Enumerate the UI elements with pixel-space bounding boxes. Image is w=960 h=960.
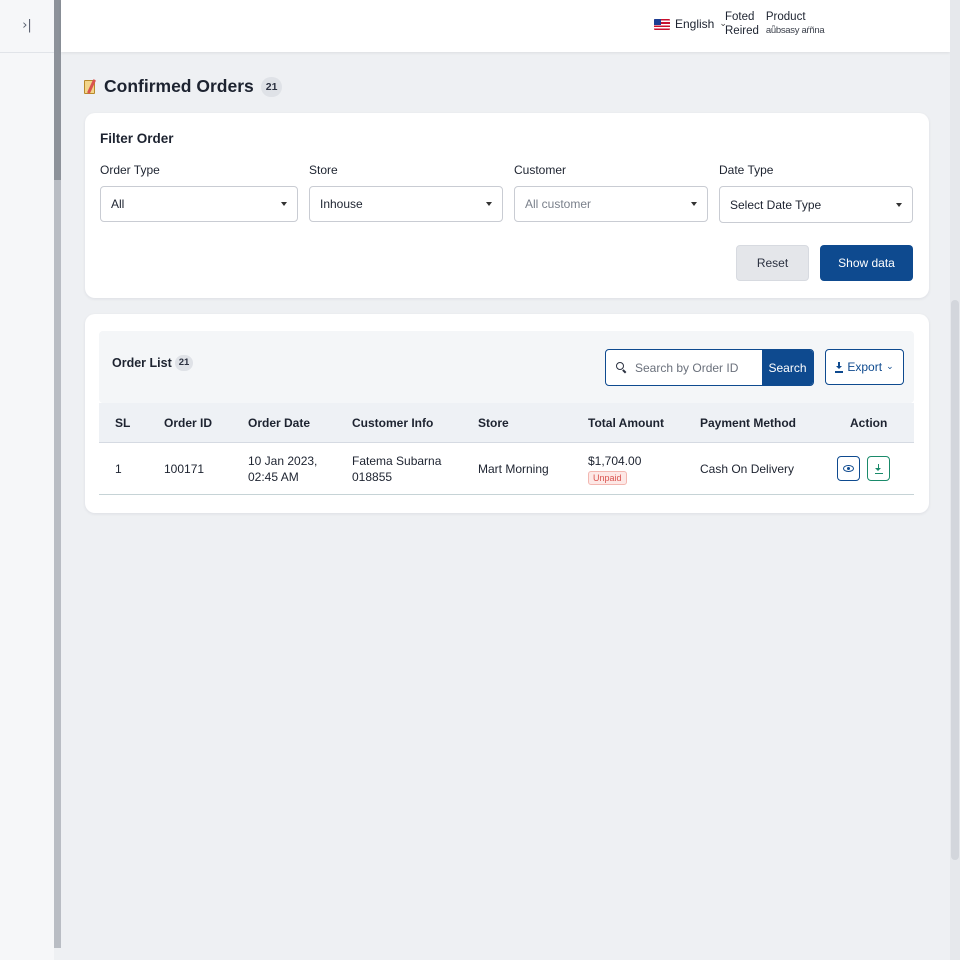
view-order-button[interactable]	[837, 456, 860, 481]
us-flag-icon	[654, 18, 670, 30]
order-list-title-text: Order List	[112, 356, 172, 370]
header-link-1-top[interactable]: Foted	[725, 11, 759, 23]
filter-card: Filter Order Order Type All Store Inhous…	[85, 113, 929, 298]
order-date: 10 Jan 2023,	[248, 454, 318, 468]
header-link-2-top[interactable]: Product	[766, 11, 824, 23]
order-list-toolbar: Order List 21 Search Export ⌄	[99, 331, 914, 403]
customer-phone: 018855	[352, 470, 393, 484]
store-label: Store	[309, 163, 338, 177]
download-icon	[874, 463, 883, 474]
cell-customer-info: Fatema Subarna 018855	[352, 453, 441, 485]
order-list-title: Order List 21	[112, 355, 194, 371]
sidebar-divider	[0, 52, 54, 53]
eye-icon	[843, 465, 854, 472]
sidebar-expand-icon[interactable]: ›|	[15, 14, 39, 38]
column-header-order-id: Order ID	[164, 416, 213, 430]
column-header-sl: SL	[115, 416, 131, 430]
caret-down-icon	[896, 202, 902, 207]
sidebar-scroll-thumb[interactable]	[54, 0, 61, 180]
export-label: Export	[847, 360, 883, 374]
date-type-label: Date Type	[719, 163, 774, 177]
total-amount: $1,704.00	[588, 454, 642, 468]
search-input[interactable]	[635, 360, 745, 375]
page-title: Confirmed Orders 21	[84, 76, 283, 97]
sidebar: ›|	[0, 0, 54, 960]
filter-title: Filter Order	[100, 131, 174, 146]
order-search-box: Search	[605, 349, 814, 386]
orders-table: SL Order ID Order Date Customer Info Sto…	[99, 403, 914, 495]
export-button[interactable]: Export ⌄	[825, 349, 904, 385]
table-row: 1 100171 10 Jan 2023, 02:45 AM Fatema Su…	[99, 443, 914, 495]
page-scroll-thumb[interactable]	[951, 300, 959, 860]
customer-label: Customer	[514, 163, 567, 177]
notepad-icon	[84, 78, 97, 95]
column-header-action: Action	[850, 416, 888, 430]
orders-count-badge: 21	[260, 76, 283, 97]
order-type-select[interactable]: All	[100, 186, 298, 222]
store-value: Inhouse	[320, 197, 363, 211]
cell-payment-method: Cash On Delivery	[700, 462, 795, 476]
header-links: Foted Product Reired aǖbsasy aŕñna	[725, 11, 825, 37]
cell-order-date: 10 Jan 2023, 02:45 AM	[248, 453, 317, 485]
order-type-label: Order Type	[100, 163, 160, 177]
page-title-text: Confirmed Orders	[104, 76, 254, 96]
order-list-card: Order List 21 Search Export ⌄ SL Order I…	[85, 314, 929, 513]
customer-name: Fatema Subarna	[352, 454, 442, 468]
store-select[interactable]: Inhouse	[309, 186, 503, 222]
cell-total-amount: $1,704.00 Unpaid	[588, 453, 641, 485]
download-icon	[835, 362, 844, 373]
chevron-down-icon: ⌄	[886, 362, 894, 372]
date-type-select[interactable]: Select Date Type	[719, 186, 913, 223]
customer-value: All customer	[525, 197, 592, 211]
column-header-customer-info: Customer Info	[352, 416, 434, 430]
search-input-wrap[interactable]	[606, 350, 762, 385]
cell-sl: 1	[115, 462, 122, 476]
column-header-store: Store	[478, 416, 509, 430]
header-link-2-bottom[interactable]: aǖbsasy aŕñna	[766, 25, 825, 37]
show-data-button[interactable]: Show data	[820, 245, 913, 281]
cell-store: Mart Morning	[478, 462, 549, 476]
table-header: SL Order ID Order Date Customer Info Sto…	[99, 403, 914, 443]
column-header-payment-method: Payment Method	[700, 416, 797, 430]
header-link-1-bottom[interactable]: Reired	[725, 25, 759, 37]
download-invoice-button[interactable]	[867, 456, 890, 481]
cell-order-id[interactable]: 100171	[164, 461, 204, 477]
column-header-order-date: Order Date	[248, 416, 311, 430]
language-label: English	[675, 17, 715, 31]
order-type-value: All	[111, 197, 125, 211]
top-header: English ⌄ Foted Product Reired aǖbsasy a…	[61, 0, 950, 52]
payment-status-badge: Unpaid	[588, 471, 627, 485]
caret-down-icon	[691, 202, 697, 206]
reset-button[interactable]: Reset	[736, 245, 809, 281]
search-button[interactable]: Search	[762, 350, 813, 385]
caret-down-icon	[486, 202, 492, 206]
caret-down-icon	[281, 202, 287, 206]
order-list-count-badge: 21	[174, 355, 194, 371]
customer-select[interactable]: All customer	[514, 186, 708, 222]
date-type-value: Select Date Type	[730, 197, 822, 212]
language-selector[interactable]: English ⌄	[654, 17, 727, 31]
column-header-total-amount: Total Amount	[588, 416, 664, 430]
order-time: 02:45 AM	[248, 470, 299, 484]
search-icon	[616, 362, 627, 373]
